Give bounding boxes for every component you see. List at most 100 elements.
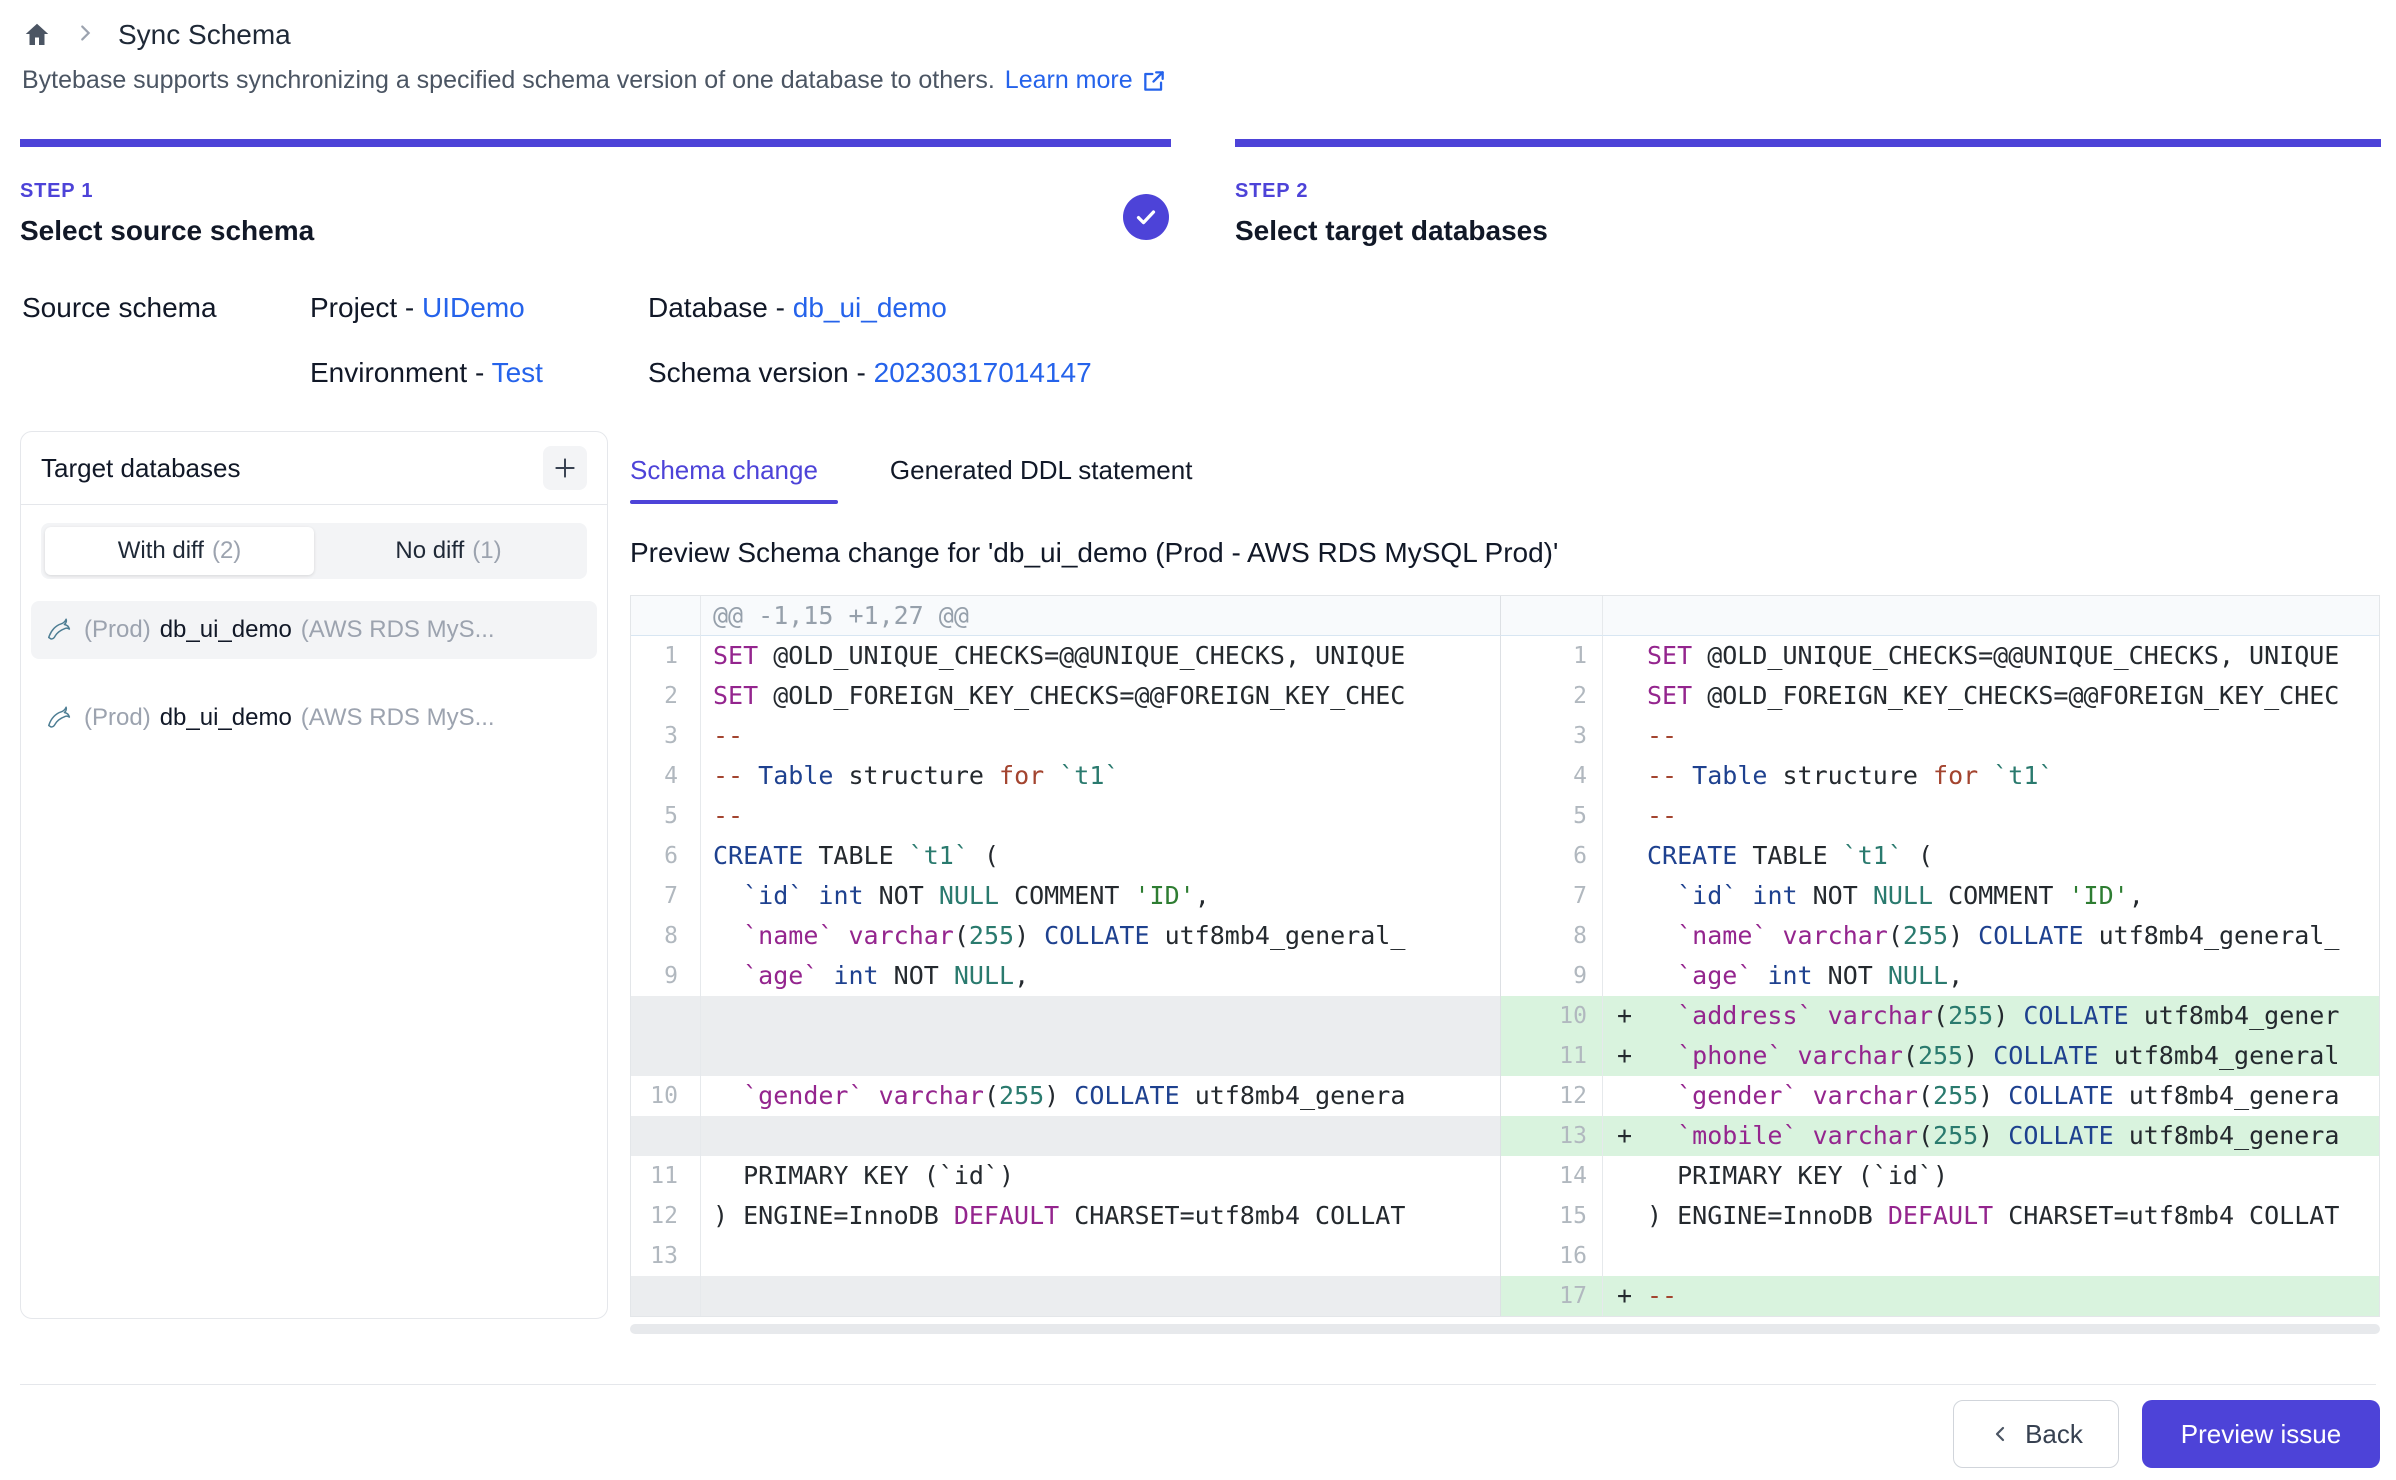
- mysql-icon: [45, 615, 75, 645]
- diff-row: 10+ `address` varchar(255) COLLATE utf8m…: [631, 996, 2379, 1036]
- right-line-number: 11: [1501, 1036, 1603, 1076]
- back-button[interactable]: Back: [1953, 1400, 2119, 1468]
- right-line-number: 14: [1501, 1156, 1603, 1196]
- preview-issue-button[interactable]: Preview issue: [2142, 1400, 2380, 1468]
- target-database-list: (Prod)db_ui_demo(AWS RDS MyS...(Prod)db_…: [21, 579, 607, 747]
- left-code-line: [701, 996, 1501, 1036]
- left-line-number: 8: [631, 916, 701, 956]
- active-tab-underline: [630, 500, 838, 504]
- right-line-number: 4: [1501, 756, 1603, 796]
- right-code-line: `name` varchar(255) COLLATE utf8mb4_gene…: [1647, 916, 2379, 956]
- preview-title: Preview Schema change for 'db_ui_demo (P…: [630, 537, 1558, 569]
- schema-version-link[interactable]: 20230317014147: [874, 357, 1092, 388]
- diff-horizontal-scrollbar[interactable]: [630, 1324, 2380, 1334]
- step2-progress-bar: [1235, 139, 2381, 147]
- diff-row: 13+ `mobile` varchar(255) COLLATE utf8mb…: [631, 1116, 2379, 1156]
- target-databases-panel: Target databases With diff(2)No diff(1) …: [20, 431, 608, 1319]
- diff-add-sign: [1603, 1156, 1647, 1196]
- left-code-line: ) ENGINE=InnoDB DEFAULT CHARSET=utf8mb4 …: [701, 1196, 1501, 1236]
- diff-row: 8 `name` varchar(255) COLLATE utf8mb4_ge…: [631, 916, 2379, 956]
- right-code-line: `mobile` varchar(255) COLLATE utf8mb4_ge…: [1647, 1116, 2379, 1156]
- right-code-line: CREATE TABLE `t1` (: [1647, 836, 2379, 876]
- right-line-number: 5: [1501, 796, 1603, 836]
- left-line-number: 7: [631, 876, 701, 916]
- left-line-number: [631, 1116, 701, 1156]
- diff-add-sign: [1603, 876, 1647, 916]
- db-name: db_ui_demo: [160, 704, 292, 732]
- tab-generated-ddl[interactable]: Generated DDL statement: [890, 455, 1193, 510]
- diff-filter-tab[interactable]: With diff(2): [45, 527, 314, 575]
- left-code-line: CREATE TABLE `t1` (: [701, 836, 1501, 876]
- step2-label: STEP 2: [1235, 180, 1548, 203]
- diff-add-sign: +: [1603, 1036, 1647, 1076]
- diff-add-sign: [1603, 636, 1647, 676]
- learn-more-link[interactable]: Learn more: [1005, 66, 1167, 95]
- right-code-line: PRIMARY KEY (`id`): [1647, 1156, 2379, 1196]
- left-line-number: 3: [631, 716, 701, 756]
- right-code-line: `address` varchar(255) COLLATE utf8mb4_g…: [1647, 996, 2379, 1036]
- right-code-line: -- Table structure for `t1`: [1647, 756, 2379, 796]
- environment-link[interactable]: Test: [492, 357, 543, 388]
- left-line-number: 9: [631, 956, 701, 996]
- source-project-field: Project - UIDemo: [310, 292, 525, 324]
- project-link[interactable]: UIDemo: [422, 292, 525, 323]
- diff-row: 2SET @OLD_FOREIGN_KEY_CHECKS=@@FOREIGN_K…: [631, 676, 2379, 716]
- db-instance: (AWS RDS MyS...: [301, 616, 495, 644]
- diff-filter-tab[interactable]: No diff(1): [314, 527, 583, 575]
- diff-hunk-header-row: @@ -1,15 +1,27 @@: [631, 596, 2379, 636]
- diff-row: 11 PRIMARY KEY (`id`)14 PRIMARY KEY (`id…: [631, 1156, 2379, 1196]
- step2-title: Select target databases: [1235, 215, 1548, 247]
- right-line-number: 16: [1501, 1236, 1603, 1276]
- left-line-number: [631, 1276, 701, 1316]
- step1-label: STEP 1: [20, 180, 314, 203]
- right-code-line: `phone` varchar(255) COLLATE utf8mb4_gen…: [1647, 1036, 2379, 1076]
- footer-divider: [20, 1384, 2376, 1385]
- plus-icon: [552, 455, 578, 481]
- add-target-database-button[interactable]: [543, 446, 587, 490]
- right-line-number: 3: [1501, 716, 1603, 756]
- left-line-number: 12: [631, 1196, 701, 1236]
- left-code-line: [701, 1116, 1501, 1156]
- right-code-line: [1647, 1236, 2379, 1276]
- target-database-item[interactable]: (Prod)db_ui_demo(AWS RDS MyS...: [31, 601, 597, 659]
- right-line-number: 13: [1501, 1116, 1603, 1156]
- left-line-number: [631, 996, 701, 1036]
- external-link-icon: [1141, 68, 1167, 94]
- source-environment-field: Environment - Test: [310, 357, 543, 389]
- db-instance: (AWS RDS MyS...: [301, 704, 495, 732]
- right-code-line: `id` int NOT NULL COMMENT 'ID',: [1647, 876, 2379, 916]
- diff-hunk-text: @@ -1,15 +1,27 @@: [701, 596, 1501, 636]
- right-line-number: 17: [1501, 1276, 1603, 1316]
- left-line-number: 13: [631, 1236, 701, 1276]
- diff-add-sign: [1603, 1196, 1647, 1236]
- left-line-number: 10: [631, 1076, 701, 1116]
- diff-add-sign: [1603, 1236, 1647, 1276]
- target-database-item[interactable]: (Prod)db_ui_demo(AWS RDS MyS...: [31, 689, 597, 747]
- right-line-number: 1: [1501, 636, 1603, 676]
- right-line-number: 6: [1501, 836, 1603, 876]
- left-line-number: 5: [631, 796, 701, 836]
- diff-row: 17+--: [631, 1276, 2379, 1316]
- diff-add-sign: [1603, 836, 1647, 876]
- left-line-number: 4: [631, 756, 701, 796]
- left-line-number: 2: [631, 676, 701, 716]
- target-panel-header: Target databases: [21, 432, 607, 505]
- left-code-line: -- Table structure for `t1`: [701, 756, 1501, 796]
- left-code-line: `name` varchar(255) COLLATE utf8mb4_gene…: [701, 916, 1501, 956]
- database-link[interactable]: db_ui_demo: [793, 292, 947, 323]
- left-line-number: 6: [631, 836, 701, 876]
- right-code-line: ) ENGINE=InnoDB DEFAULT CHARSET=utf8mb4 …: [1647, 1196, 2379, 1236]
- diff-row: 13 16: [631, 1236, 2379, 1276]
- left-code-line: PRIMARY KEY (`id`): [701, 1156, 1501, 1196]
- right-code-line: --: [1647, 1276, 2379, 1316]
- page-description: Bytebase supports synchronizing a specif…: [22, 66, 1167, 95]
- diff-add-sign: [1603, 796, 1647, 836]
- home-icon[interactable]: [22, 20, 52, 50]
- left-code-line: [701, 1236, 1501, 1276]
- breadcrumb: Sync Schema: [22, 14, 291, 56]
- db-environment: (Prod): [84, 616, 151, 644]
- left-code-line: SET @OLD_FOREIGN_KEY_CHECKS=@@FOREIGN_KE…: [701, 676, 1501, 716]
- left-line-number: 1: [631, 636, 701, 676]
- left-code-line: --: [701, 716, 1501, 756]
- diff-add-sign: +: [1603, 996, 1647, 1036]
